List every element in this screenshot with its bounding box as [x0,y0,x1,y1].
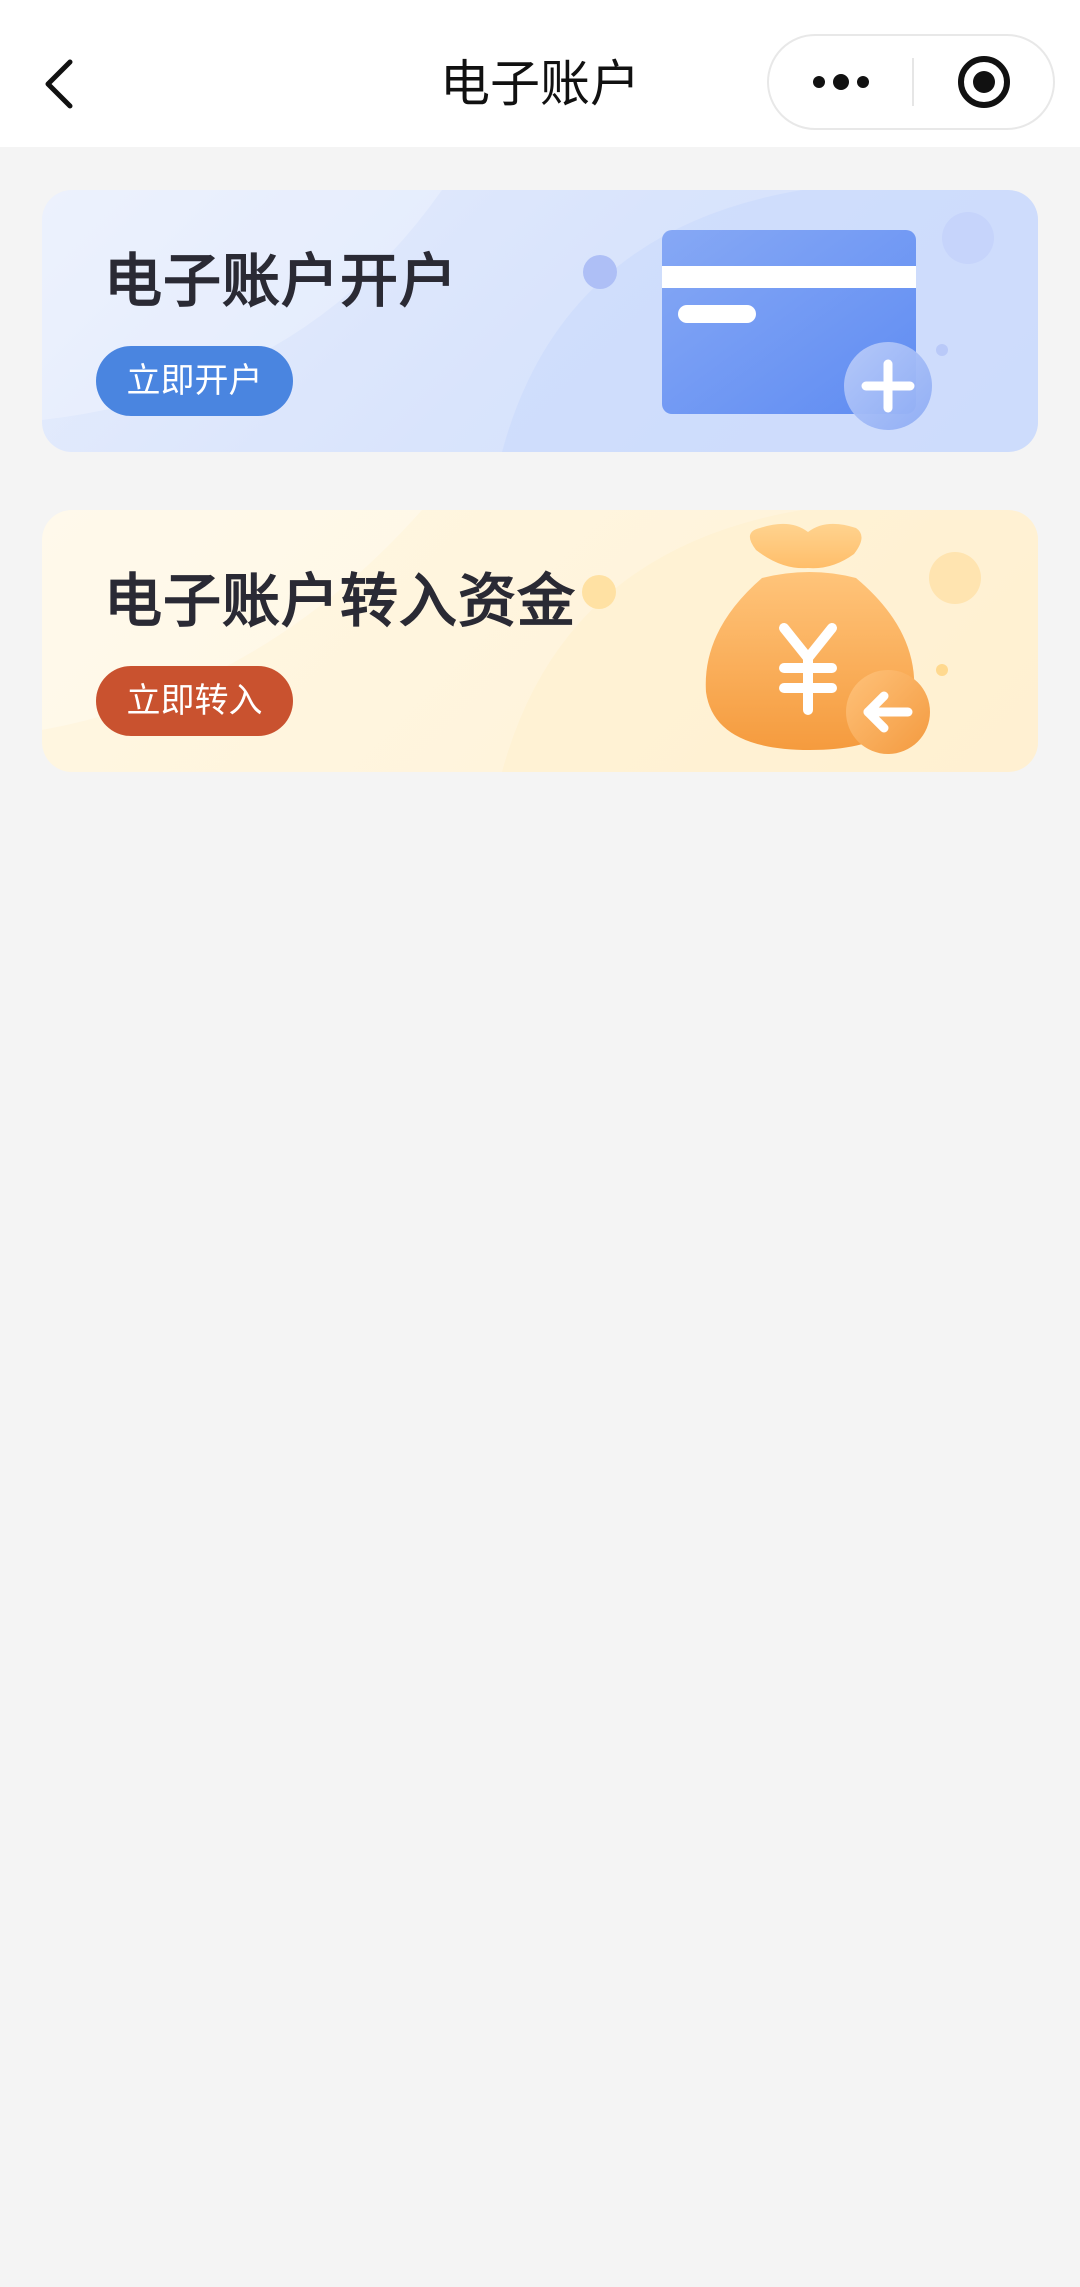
more-dots-icon [812,74,869,90]
more-button[interactable] [769,36,912,128]
bank-card-add-icon [583,212,994,430]
navigation-bar: 电子账户 [0,0,1080,147]
target-close-icon [957,56,1010,108]
close-button[interactable] [914,36,1053,128]
mini-program-capsule [767,34,1055,130]
money-bag-transfer-in-icon [582,523,981,754]
transfer-funds-card[interactable]: 电子账户转入资金 立即转入 [42,510,1038,772]
open-account-card[interactable]: 电子账户开户 立即开户 [42,190,1038,452]
